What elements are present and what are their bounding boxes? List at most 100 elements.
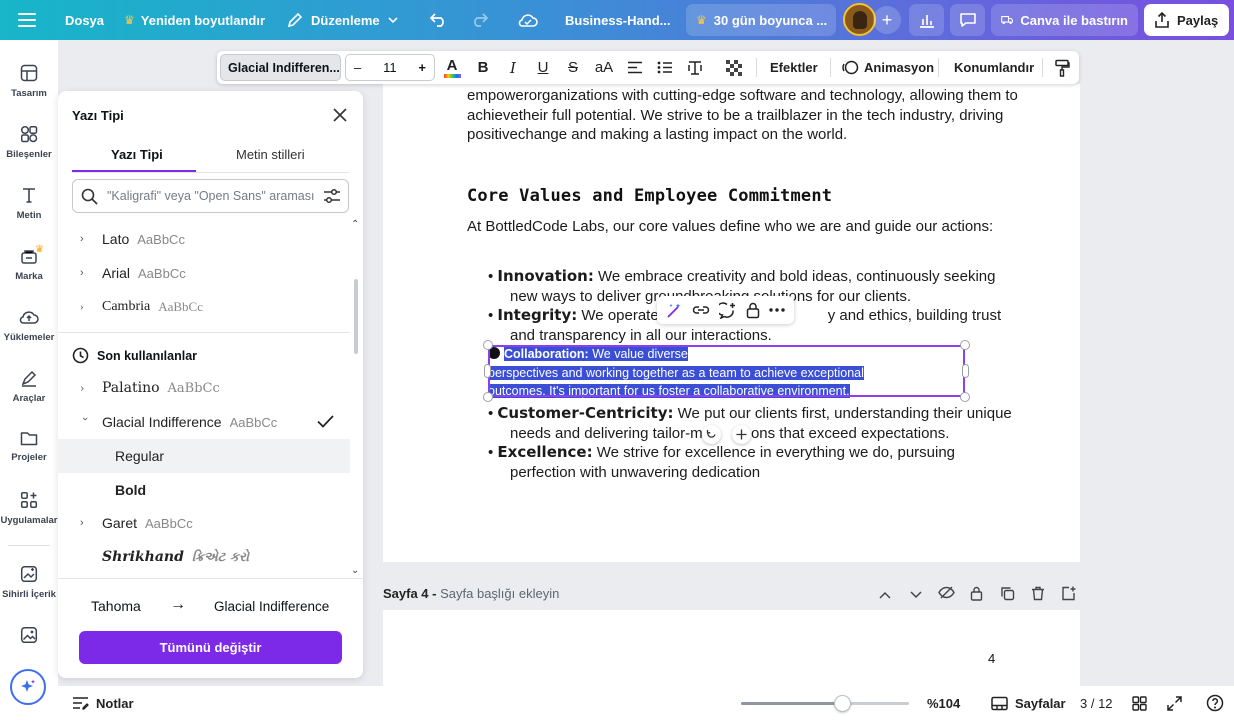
increase-size-button[interactable]: +	[418, 60, 426, 75]
magic-write-icon[interactable]	[666, 302, 683, 319]
text-color-button[interactable]: A	[442, 51, 462, 84]
chevron-down-icon[interactable]	[910, 586, 922, 602]
resize-handle-br[interactable]	[960, 392, 970, 402]
rail-item-apps[interactable]: Uygulamalar	[0, 491, 58, 526]
insights-button[interactable]	[909, 4, 944, 36]
magic-assistant-button[interactable]	[10, 669, 46, 705]
resize-handle-left[interactable]	[484, 364, 491, 378]
intro-paragraph[interactable]: empowerorganizations with cutting-edge s…	[467, 86, 1027, 145]
panel-scrollbar[interactable]	[354, 279, 358, 354]
rail-item-tools[interactable]: Araçlar	[0, 369, 58, 404]
rail-item-photos[interactable]	[0, 626, 58, 650]
position-button[interactable]: Konumlandır	[954, 51, 1034, 84]
tab-fonts[interactable]: Yazı Tipi	[111, 147, 163, 162]
document-title[interactable]: Business-Hand...	[565, 0, 670, 40]
font-variant-bold[interactable]: Bold	[58, 473, 350, 507]
help-icon[interactable]	[1206, 686, 1224, 720]
rail-item-elements[interactable]: Bileşenler	[0, 125, 58, 160]
redo-icon[interactable]	[470, 0, 488, 40]
resize-handle-tl[interactable]	[483, 340, 493, 350]
transparency-icon[interactable]	[725, 51, 743, 84]
lock-icon[interactable]	[746, 302, 760, 319]
resize-button[interactable]: ♛ Yeniden boyutlandır	[124, 0, 265, 40]
underline-icon[interactable]: U	[535, 51, 551, 84]
comments-button[interactable]	[950, 4, 985, 36]
add-page-icon[interactable]	[1061, 586, 1076, 604]
section-heading[interactable]: Core Values and Employee Commitment	[467, 186, 832, 206]
move-handle[interactable]	[732, 425, 751, 444]
spacing-icon[interactable]	[686, 51, 704, 84]
font-item-cambria[interactable]: › Cambria AaBbCc	[58, 290, 350, 324]
notes-button[interactable]: Notlar	[72, 686, 134, 720]
align-left-icon[interactable]	[626, 51, 644, 84]
zoom-slider[interactable]	[741, 695, 909, 712]
file-menu[interactable]: Dosya	[65, 0, 104, 40]
scroll-down-icon[interactable]: ⌄	[351, 565, 359, 576]
rail-item-brand[interactable]: ♛ Marka	[0, 244, 58, 282]
font-search-input[interactable]: "Kaligrafi" veya "Open Sans" araması	[72, 179, 349, 213]
close-icon[interactable]	[333, 105, 347, 128]
resize-handle-tr[interactable]	[960, 340, 970, 350]
effects-button[interactable]: Efektler	[770, 51, 818, 84]
rail-item-design[interactable]: Tasarım	[0, 64, 58, 99]
rotate-handle[interactable]	[702, 425, 721, 444]
lead-paragraph[interactable]: At BottledCode Labs, our core values def…	[467, 217, 993, 237]
delete-page-icon[interactable]	[1031, 586, 1045, 604]
bullet-list-icon[interactable]	[656, 51, 674, 84]
font-size-stepper[interactable]: – 11 +	[345, 54, 435, 81]
replace-all-button[interactable]: Tümünü değiştir	[79, 631, 342, 664]
tab-text-styles[interactable]: Metin stilleri	[236, 147, 305, 162]
font-item-shrikhand[interactable]: › Shrikhand ક્રિએટ કરો	[58, 540, 350, 574]
lock-icon[interactable]	[970, 586, 983, 604]
decrease-size-button[interactable]: –	[354, 60, 361, 75]
bullet-excellence[interactable]: • Excellence: We strive for excellence i…	[488, 443, 955, 482]
add-collaborator-button[interactable]: +	[873, 6, 901, 34]
design-page-4[interactable]	[383, 610, 1080, 686]
strikethrough-icon[interactable]: S	[565, 51, 581, 84]
zoom-level[interactable]: %104	[927, 686, 960, 720]
page-counter[interactable]: 3 / 12	[1080, 686, 1113, 720]
bold-icon[interactable]: B	[475, 51, 491, 84]
fullscreen-icon[interactable]	[1167, 686, 1182, 720]
rail-item-projects[interactable]: Projeler	[0, 430, 58, 463]
edit-mode-dropdown[interactable]: Düzenleme	[287, 0, 398, 40]
undo-icon[interactable]	[430, 0, 448, 40]
font-family-dropdown[interactable]: Glacial Indifferen...	[220, 54, 341, 81]
share-button[interactable]: Paylaş	[1144, 4, 1229, 36]
rail-label: Bileşenler	[6, 149, 52, 160]
resize-handle-bl[interactable]	[483, 392, 493, 402]
duplicate-page-icon[interactable]	[1000, 586, 1015, 604]
hide-page-icon[interactable]	[938, 586, 955, 602]
user-avatar[interactable]	[843, 3, 876, 36]
more-icon[interactable]	[769, 308, 785, 312]
italic-icon[interactable]: I	[505, 51, 521, 84]
add-comment-icon[interactable]	[719, 301, 736, 319]
zoom-slider-thumb[interactable]	[833, 695, 851, 712]
link-icon[interactable]	[692, 304, 710, 316]
font-variant-regular[interactable]: Regular	[58, 439, 350, 473]
font-item-glacial-indifference[interactable]: › Glacial Indifference AaBbCc	[58, 405, 350, 439]
rail-item-magic-content[interactable]: Sihirli İçerik	[0, 565, 58, 600]
menu-icon[interactable]	[18, 0, 36, 40]
scroll-up-icon[interactable]: ⌃	[351, 219, 359, 230]
pages-button[interactable]: Sayfalar	[991, 686, 1066, 720]
filter-icon[interactable]	[323, 188, 341, 205]
rail-item-uploads[interactable]: Yüklemeler	[0, 308, 58, 343]
resize-handle-right[interactable]	[962, 364, 969, 378]
copy-style-icon[interactable]	[1053, 51, 1071, 84]
font-item-garet[interactable]: › Garet AaBbCc	[58, 506, 350, 540]
chevron-up-icon[interactable]	[879, 586, 891, 602]
font-item-arial[interactable]: › Arial AaBbCc	[58, 256, 350, 290]
letter-case-icon[interactable]: aA	[594, 51, 614, 84]
font-size-value[interactable]: 11	[383, 60, 397, 75]
rail-item-text[interactable]: Metin	[0, 186, 58, 221]
animate-button[interactable]: Animasyon	[842, 51, 934, 84]
font-item-palatino[interactable]: › Palatino AaBbCc	[58, 371, 350, 405]
print-with-canva-button[interactable]: Canva ile bastırın	[991, 4, 1138, 36]
trial-button[interactable]: ♛ 30 gün boyunca ...	[686, 4, 836, 36]
rail-label: Uygulamalar	[0, 515, 58, 526]
grid-view-icon[interactable]	[1132, 686, 1147, 720]
page-title-input[interactable]: Sayfa başlığı ekleyin	[440, 586, 559, 601]
cloud-sync-icon[interactable]	[518, 0, 538, 40]
font-item-lato[interactable]: › Lato AaBbCc	[58, 222, 350, 256]
